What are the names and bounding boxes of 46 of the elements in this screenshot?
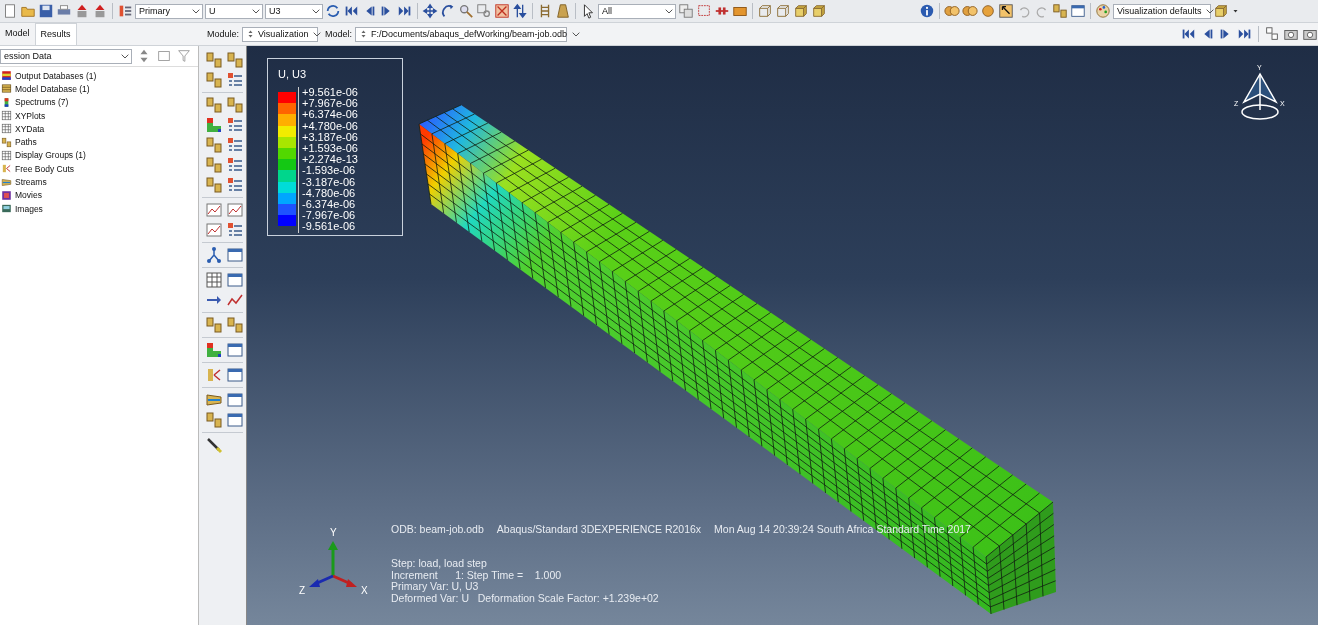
primary-select[interactable]: Primary xyxy=(135,3,203,19)
component-select[interactable]: U3 xyxy=(265,3,323,19)
tree-item[interactable]: XYData xyxy=(15,123,45,134)
info-text: Increment 1: Step Time = 1.000 xyxy=(391,569,563,582)
legend-value: -7.967e-06 xyxy=(302,210,357,222)
info-text: Abaqus/Standard 3DEXPERIENCE R2016x xyxy=(496,523,702,535)
variable-select[interactable]: U xyxy=(205,3,263,19)
module-label: Module: xyxy=(207,29,240,39)
legend-value: +3.187e-06 xyxy=(302,131,358,143)
tree-item[interactable]: Display Groups (1) xyxy=(15,150,86,161)
info-text: ODB: beam-job.odb xyxy=(391,523,484,535)
axis-label: Y xyxy=(330,527,337,538)
legend-value: -3.187e-06 xyxy=(302,176,357,188)
info-text: Primary Var: U, U3 xyxy=(391,581,479,594)
legend-value: +1.593e-06 xyxy=(302,143,358,155)
tree-item[interactable]: Movies xyxy=(15,190,42,201)
tree-item[interactable]: XYPlots xyxy=(15,110,46,121)
legend-value: +4.780e-06 xyxy=(302,120,358,132)
tree-item[interactable]: Streams xyxy=(15,177,47,187)
defaults-select[interactable]: Visualization defaults xyxy=(1113,3,1211,19)
session-select[interactable]: ession Data xyxy=(0,48,132,64)
legend-value: +6.374e-06 xyxy=(302,109,358,121)
tree-item[interactable]: Model Database (1) xyxy=(15,83,90,94)
axis-label: Z xyxy=(299,585,306,596)
legend-value: +2.274e-13 xyxy=(302,154,358,166)
module-select[interactable]: Visualization xyxy=(242,26,319,42)
tree-item[interactable]: Free Body Cuts xyxy=(15,163,75,174)
tree-item[interactable]: Paths xyxy=(15,137,37,148)
tab[interactable]: Results xyxy=(34,23,77,45)
tree-item[interactable]: Output Databases (1) xyxy=(15,70,97,81)
tree-item[interactable]: Spectrums (7) xyxy=(15,97,69,108)
model-label: Model: xyxy=(325,29,353,39)
legend-value: -4.780e-06 xyxy=(302,187,357,200)
legend-title: U, U3 xyxy=(278,68,308,80)
info-text: Deformed Var: U Deformation Scale Factor: +1.239e+02 xyxy=(391,593,659,605)
info-text: Mon Aug 14 20:39:24 South Africa Standard Time 2017 xyxy=(714,523,971,535)
tab[interactable]: Model xyxy=(0,23,35,44)
filter-select[interactable]: All xyxy=(598,3,676,19)
legend-value: -1.593e-06 xyxy=(302,165,357,177)
legend-value: +7.967e-06 xyxy=(302,98,358,110)
tree-item[interactable]: Images xyxy=(15,203,43,214)
legend-value: -9.561e-06 xyxy=(302,221,357,233)
info-text: Step: load, load step xyxy=(391,558,488,570)
legend-value: +9.561e-06 xyxy=(302,87,358,99)
legend-value: -6.374e-06 xyxy=(302,199,357,211)
axis-label: X xyxy=(361,585,368,596)
